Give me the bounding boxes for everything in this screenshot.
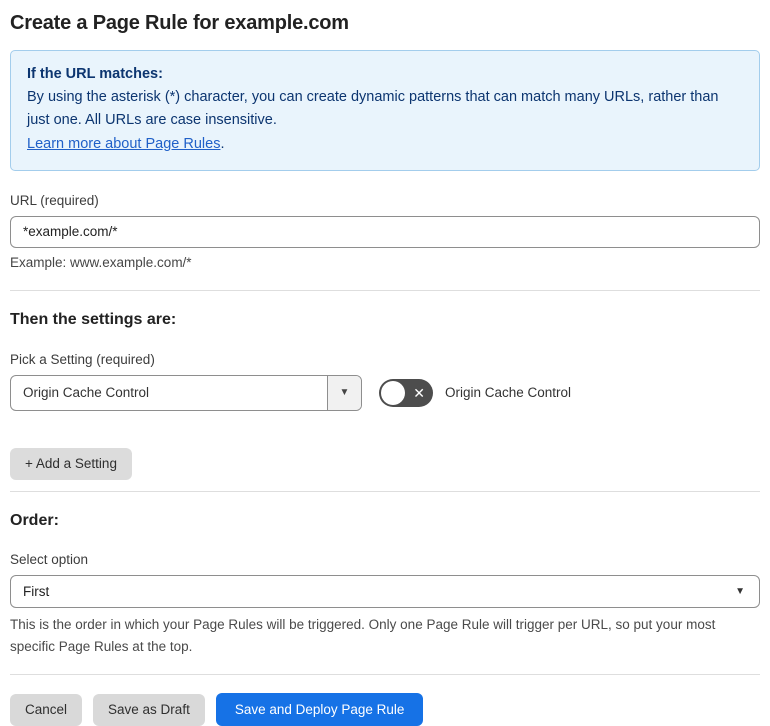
dropdown-arrow-button[interactable]: ▼ [327, 375, 361, 410]
order-select-value: First [23, 583, 50, 599]
add-setting-button[interactable]: + Add a Setting [10, 447, 132, 480]
setting-toggle[interactable]: ✕ [379, 378, 433, 407]
chevron-down-icon: ▼ [339, 387, 350, 399]
info-box-link-line: Learn more about Page Rules. [27, 133, 743, 156]
url-input[interactable] [10, 215, 760, 248]
learn-more-link[interactable]: Learn more about Page Rules [27, 136, 220, 152]
url-match-info-box: If the URL matches: By using the asteris… [10, 50, 760, 171]
toggle-knob [381, 380, 405, 405]
order-select-label: Select option [10, 551, 89, 567]
order-section-heading: Order: [10, 511, 59, 529]
page-title: Create a Page Rule for example.com [10, 12, 349, 34]
divider [10, 289, 760, 291]
setting-row: Origin Cache Control ▼ ✕ Origin Cache Co… [10, 374, 760, 411]
page-rule-form: Create a Page Rule for example.com If th… [0, 0, 770, 726]
settings-section-heading: Then the settings are: [10, 310, 177, 328]
url-example-helper: Example: www.example.com/* [10, 254, 192, 270]
info-box-heading: If the URL matches: [27, 66, 163, 82]
divider [10, 490, 760, 492]
chevron-down-icon: ▼ [735, 585, 745, 597]
url-field-label: URL (required) [10, 192, 99, 208]
setting-dropdown[interactable]: Origin Cache Control ▼ [10, 374, 362, 411]
order-select[interactable]: First ▼ [10, 574, 760, 608]
order-helper-text: This is the order in which your Page Rul… [10, 616, 716, 654]
toggle-off-x-icon: ✕ [413, 384, 425, 401]
toggle-setting-label: Origin Cache Control [445, 385, 572, 401]
setting-dropdown-value: Origin Cache Control [23, 385, 150, 401]
link-suffix: . [220, 135, 225, 152]
pick-setting-label: Pick a Setting (required) [10, 351, 155, 367]
info-box-body: By using the asterisk (*) character, you… [27, 89, 719, 129]
divider [10, 674, 760, 676]
